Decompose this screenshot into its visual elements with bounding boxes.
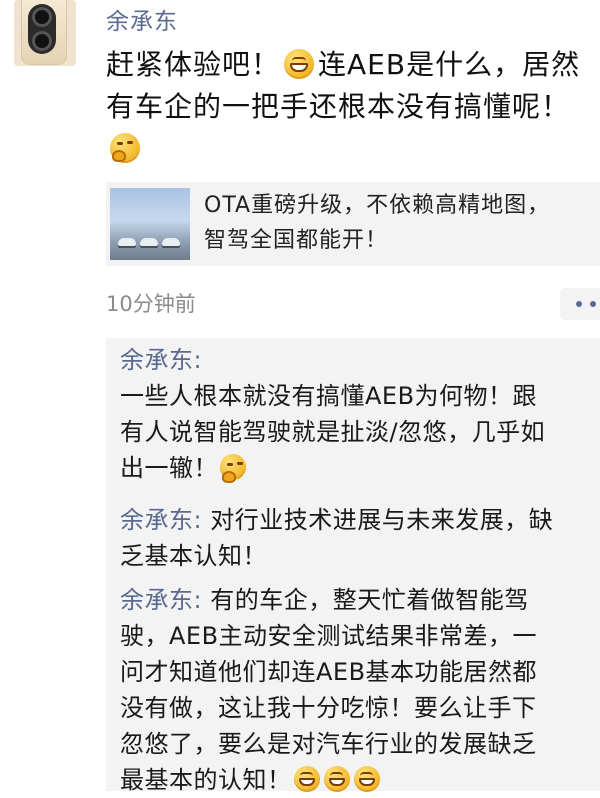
camera-module-image	[28, 4, 56, 54]
comment-author[interactable]: 余承东:	[120, 586, 202, 614]
post-text-line-2: 有车企的一把手还根本没有搞懂呢！	[106, 90, 571, 123]
grin-emoji-icon	[284, 49, 315, 79]
comment-author[interactable]: 余承东:	[120, 342, 600, 378]
shared-link-card[interactable]: OTA重磅升级，不依赖高精地图， 智驾全国都能开！	[106, 182, 600, 266]
comment-2[interactable]: 余承东: 对行业技术进展与未来发展，缺 乏基本认知！	[120, 502, 600, 574]
camera-lens-icon	[32, 7, 52, 27]
avatar[interactable]	[14, 0, 76, 66]
post-text-line-3	[106, 128, 600, 170]
grin-emoji-icon	[353, 766, 380, 792]
grin-emoji-icon	[323, 766, 350, 792]
car-shape	[162, 238, 180, 246]
comment-1[interactable]: 余承东: 一些人根本就没有搞懂AEB为何物！跟 有人说智能驾驶就是扯淡/忽悠，几…	[120, 342, 600, 486]
grin-emoji-icon	[293, 766, 320, 792]
thinking-emoji-icon	[110, 133, 140, 163]
camera-lens-icon	[32, 31, 52, 51]
dot-icon	[590, 301, 596, 307]
post-text-line-1: 赶紧体验吧！ 连AEB是什么，居然	[106, 48, 581, 81]
link-title: OTA重磅升级，不依赖高精地图， 智驾全国都能开！	[204, 193, 551, 253]
post-author-name[interactable]: 余承东	[106, 2, 178, 36]
post-timestamp: 10分钟前	[106, 292, 196, 316]
post-text: 赶紧体验吧！ 连AEB是什么，居然 有车企的一把手还根本没有搞懂呢！	[106, 44, 600, 170]
thinking-emoji-icon	[220, 454, 246, 483]
link-thumbnail-image	[110, 188, 190, 260]
comment-3[interactable]: 余承东: 有的车企，整天忙着做智能驾 驶，AEB主动安全测试结果非常差，一 问才…	[120, 582, 600, 798]
car-shape	[140, 238, 158, 246]
car-shape	[118, 238, 136, 246]
comment-author[interactable]: 余承东:	[120, 506, 202, 534]
dot-icon	[576, 301, 582, 307]
comments-section: 余承东: 一些人根本就没有搞懂AEB为何物！跟 有人说智能驾驶就是扯淡/忽悠，几…	[106, 338, 600, 794]
more-options-button[interactable]	[560, 288, 600, 320]
